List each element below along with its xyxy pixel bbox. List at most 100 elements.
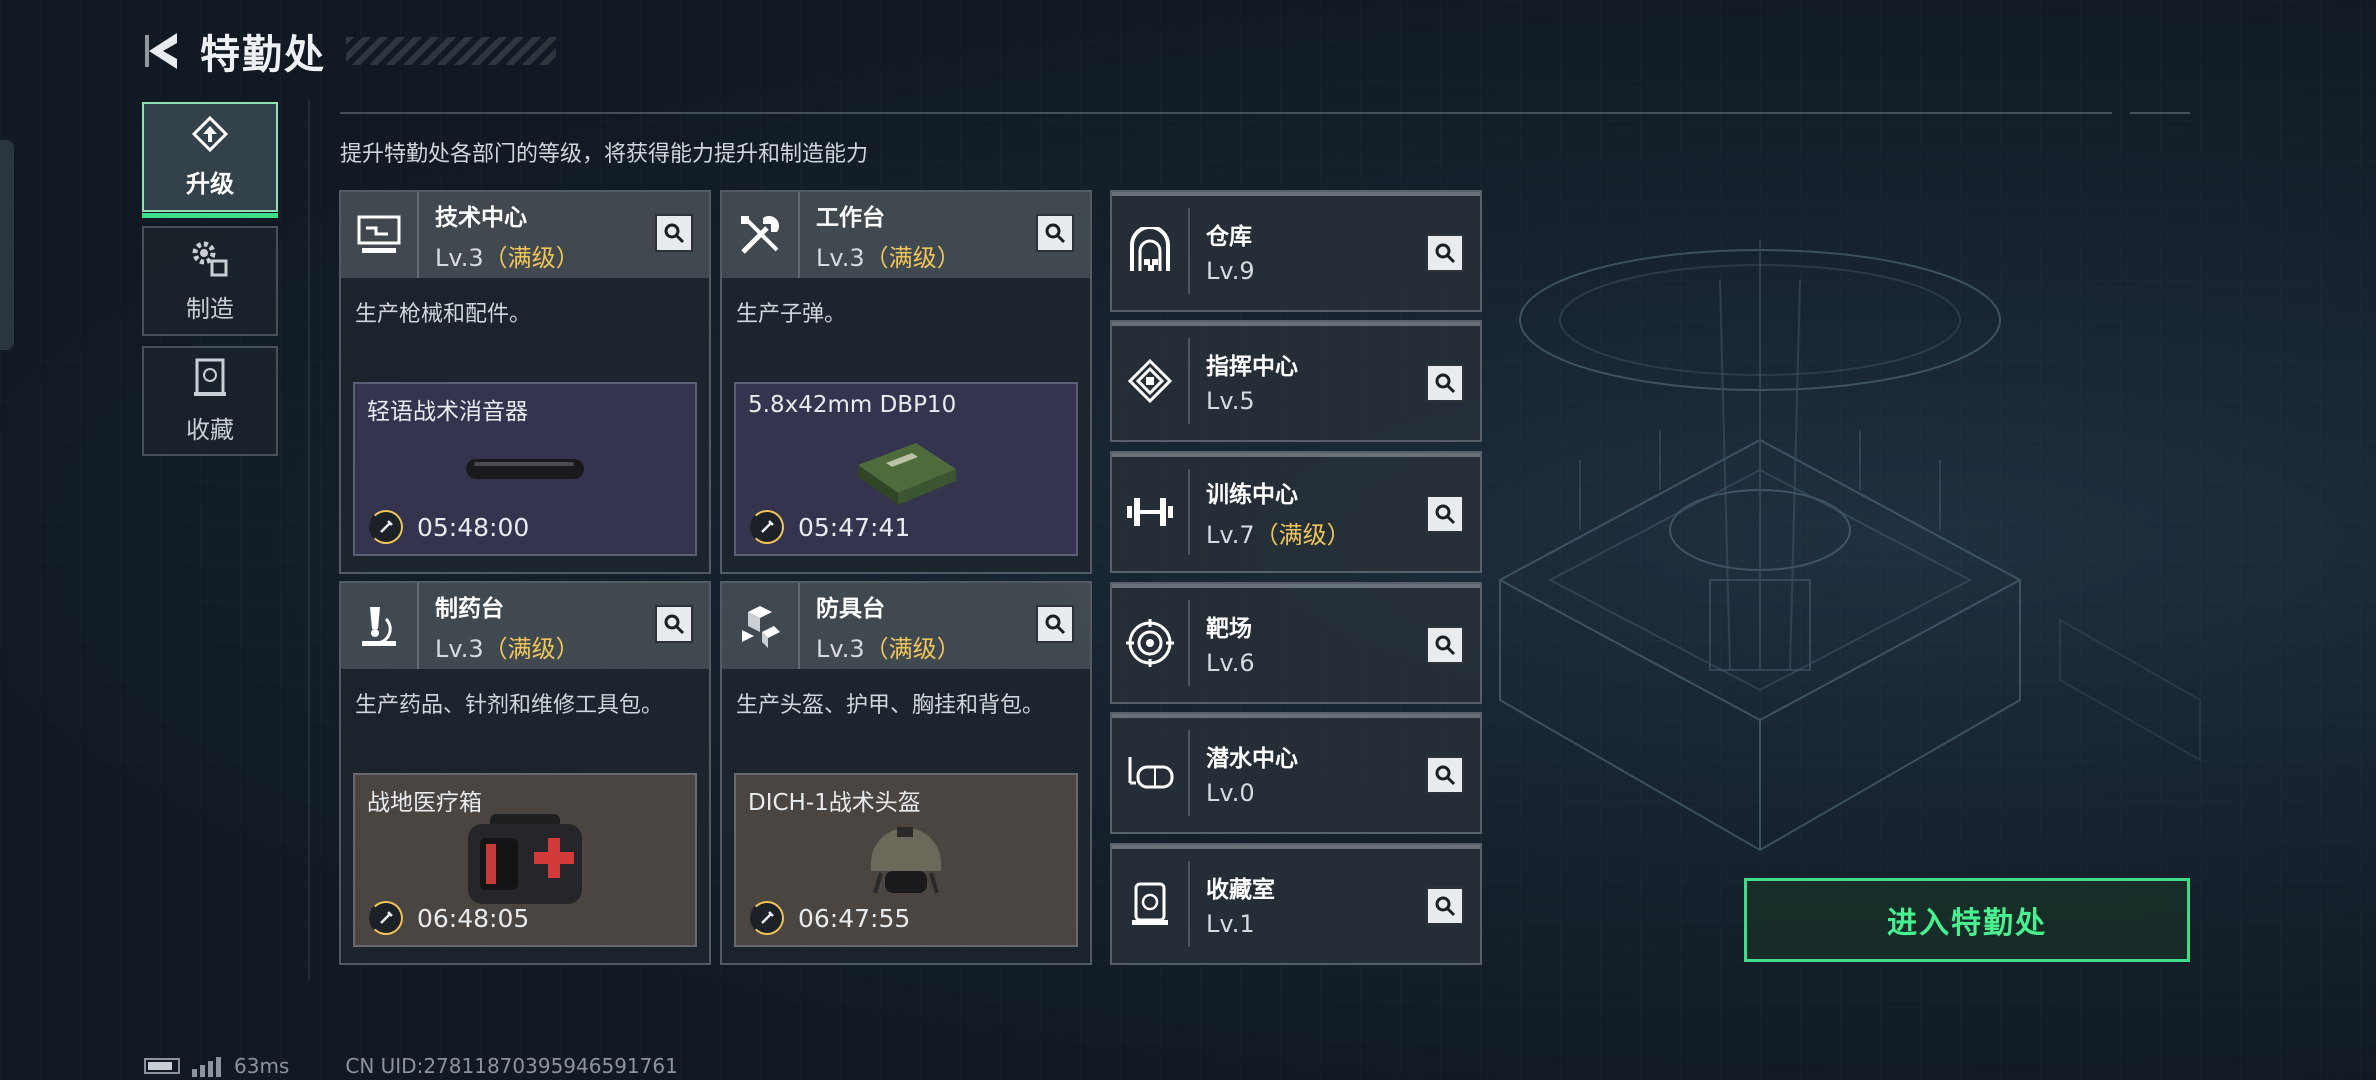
maxed-tag: （满级） (1254, 520, 1351, 549)
inspect-button[interactable] (1426, 364, 1464, 402)
dept-card-pharmacy[interactable]: 制药台 Lv.3（满级） 生产药品、针剂和维修工具包。 战地医疗箱 06:48:… (339, 581, 711, 965)
craft-timer-icon (750, 510, 784, 544)
header: 特勤处 (140, 22, 556, 80)
facility-name: 指挥中心 (1206, 354, 1298, 380)
tab-upgrade[interactable]: 升级 (142, 102, 278, 218)
search-icon (1435, 373, 1456, 394)
helmet-image (871, 827, 941, 894)
card-header: 工作台 Lv.3（满级） (722, 192, 1090, 278)
facility-name: 仓库 (1206, 224, 1252, 250)
facility-name: 靶场 (1206, 616, 1252, 642)
inspect-button[interactable] (1426, 887, 1464, 925)
dept-name: 防具台 (816, 595, 885, 622)
facility-name: 潜水中心 (1206, 746, 1298, 772)
craft-slot[interactable]: 轻语战术消音器 05:48:00 (353, 382, 697, 556)
back-button[interactable] (140, 25, 186, 77)
facility-level: Lv.7（满级） (1206, 520, 1351, 549)
facility-level: Lv.1 (1206, 910, 1255, 938)
dept-name: 制药台 (435, 595, 504, 622)
inspect-button[interactable] (1426, 234, 1464, 272)
command-chip-icon (1127, 358, 1173, 404)
dept-level: Lv.3（满级） (435, 243, 580, 272)
craft-slot[interactable]: 5.8x42mm DBP10 05:47:41 (734, 382, 1078, 556)
gears-icon (192, 241, 228, 276)
dept-name: 工作台 (816, 204, 885, 231)
dept-description: 生产子弹。 (736, 302, 847, 327)
inspect-button[interactable] (655, 605, 693, 643)
inspect-button[interactable] (655, 214, 693, 252)
maxed-tag: （满级） (483, 243, 580, 272)
search-icon (1435, 635, 1456, 656)
status-bar: 63ms CN UID:27811870395946591761 (144, 1054, 678, 1078)
craft-timer: 06:48:05 (417, 903, 530, 933)
tab-collection[interactable]: 收藏 (142, 346, 278, 456)
dept-level: Lv.3（满级） (816, 243, 961, 272)
card-header: 制药台 Lv.3（满级） (341, 583, 709, 669)
tab-upgrade-label: 升级 (186, 169, 234, 198)
base-blueprint-illustration (1497, 240, 2201, 852)
facility-level: Lv.0 (1206, 779, 1255, 807)
inspect-button[interactable] (1426, 756, 1464, 794)
computer-icon (357, 215, 401, 253)
search-icon (1435, 896, 1456, 917)
dept-description: 生产药品、针剂和维修工具包。 (355, 693, 664, 718)
back-arrow-icon (145, 33, 177, 69)
inspect-button[interactable] (1426, 626, 1464, 664)
craft-slot[interactable]: 战地医疗箱 06:48:05 (353, 773, 697, 947)
facility-card-warehouse[interactable]: 仓库 Lv.9 (1110, 190, 1482, 312)
suppressor-image (466, 459, 584, 479)
armor-blocks-icon (742, 606, 780, 648)
title-decoration (346, 37, 556, 65)
left-edge-handle (0, 140, 14, 350)
inspect-button[interactable] (1036, 214, 1074, 252)
craft-timer: 05:48:00 (417, 512, 530, 542)
divider-vertical (308, 100, 310, 980)
tools-icon (741, 216, 779, 254)
facility-name: 收藏室 (1206, 877, 1275, 903)
warehouse-icon (1130, 227, 1170, 271)
dept-card-armor[interactable]: 防具台 Lv.3（满级） 生产头盔、护甲、胸挂和背包。 DICH-1战术头盔 0… (720, 581, 1092, 965)
facility-card-training-center[interactable]: 训练中心 Lv.7（满级） (1110, 451, 1482, 573)
craft-timer-icon (369, 901, 403, 935)
craft-timer-icon (750, 901, 784, 935)
facility-card-diving-center[interactable]: 潜水中心 Lv.0 (1110, 712, 1482, 834)
tab-craft[interactable]: 制造 (142, 226, 278, 336)
search-icon (1045, 223, 1066, 244)
search-icon (664, 223, 685, 244)
ammo-box-image (858, 443, 956, 505)
dumbbell-icon (1127, 498, 1173, 526)
enter-special-ops-button[interactable]: 进入特勤处 (1744, 878, 2190, 962)
facility-level: Lv.5 (1206, 387, 1255, 415)
tab-craft-label: 制造 (186, 294, 234, 323)
search-icon (1045, 614, 1066, 635)
dept-description: 生产头盔、护甲、胸挂和背包。 (736, 693, 1045, 718)
craft-timer: 06:47:55 (798, 903, 911, 933)
maxed-tag: （满级） (864, 243, 961, 272)
collection-room-icon (1132, 882, 1168, 925)
dept-name: 技术中心 (435, 204, 527, 231)
search-icon (1435, 765, 1456, 786)
maxed-tag: （满级） (864, 634, 961, 663)
craft-item-name: DICH-1战术头盔 (748, 790, 921, 816)
section-description: 提升特勤处各部门的等级，将获得能力提升和制造能力 (340, 142, 869, 167)
user-uid: CN UID:27811870395946591761 (345, 1054, 678, 1078)
dept-description: 生产枪械和配件。 (355, 302, 532, 327)
facility-card-command-center[interactable]: 指挥中心 Lv.5 (1110, 320, 1482, 442)
tab-collection-label: 收藏 (186, 415, 234, 444)
page-title: 特勤处 (200, 32, 326, 78)
facility-card-shooting-range[interactable]: 靶场 Lv.6 (1110, 582, 1482, 704)
search-icon (1435, 504, 1456, 525)
divider-top-right (2130, 112, 2190, 114)
medkit-image (468, 814, 582, 904)
inspect-button[interactable] (1036, 605, 1074, 643)
craft-slot[interactable]: DICH-1战术头盔 06:47:55 (734, 773, 1078, 947)
card-header: 防具台 Lv.3（满级） (722, 583, 1090, 669)
inspect-button[interactable] (1426, 495, 1464, 533)
card-header: 技术中心 Lv.3（满级） (341, 192, 709, 278)
dept-card-tech-center[interactable]: 技术中心 Lv.3（满级） 生产枪械和配件。 轻语战术消音器 05:48:00 (339, 190, 711, 574)
dept-card-workbench[interactable]: 工作台 Lv.3（满级） 生产子弹。 5.8x42mm DBP10 05:47:… (720, 190, 1092, 574)
facility-card-collection-room[interactable]: 收藏室 Lv.1 (1110, 843, 1482, 965)
facility-level: Lv.6 (1206, 649, 1255, 677)
diving-mask-icon (1128, 757, 1174, 789)
craft-timer: 05:47:41 (798, 512, 911, 542)
